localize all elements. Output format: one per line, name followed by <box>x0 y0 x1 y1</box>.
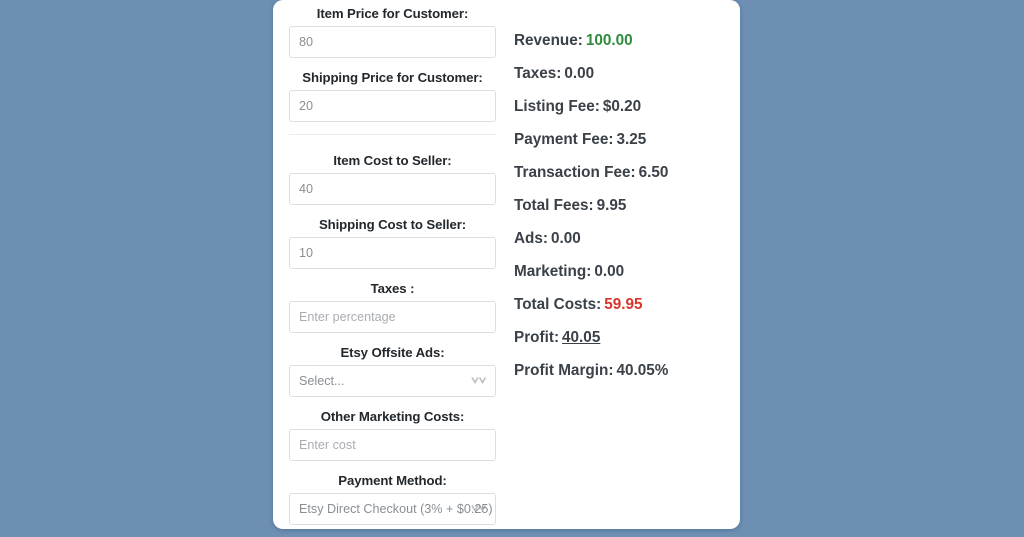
ads-label: Ads: <box>514 230 548 247</box>
other-marketing-costs-input[interactable]: Enter cost <box>289 429 496 461</box>
result-row-listing-fee: Listing Fee: $0.20 <box>514 98 729 116</box>
marketing-value: 0.00 <box>594 263 625 280</box>
result-row-profit: Profit: 40.05 <box>514 329 729 347</box>
result-row-total-costs: Total Costs: 59.95 <box>514 296 729 314</box>
field-shipping-price-for-customer: Shipping Price for Customer: 20 <box>289 70 496 122</box>
result-row-total-fees: Total Fees: 9.95 <box>514 197 729 215</box>
calculator-card: Item Price for Customer: 80 Shipping Price… <box>273 0 740 529</box>
result-row-taxes: Taxes: 0.00 <box>514 65 729 83</box>
payment-method-select-wrap: Etsy Direct Checkout (3% + $0.25) <box>289 493 496 525</box>
item-cost-to-seller-input[interactable]: 40 <box>289 173 496 205</box>
input-form-column: Item Price for Customer: 80 Shipping Price… <box>289 6 496 537</box>
taxes-label: Taxes : <box>370 281 415 296</box>
profit-label: Profit: <box>514 329 560 346</box>
marketing-label: Marketing: <box>514 263 592 280</box>
shipping-cost-to-seller-label: Shipping Cost to Seller: <box>318 217 467 232</box>
field-taxes: Taxes : Enter percentage <box>289 281 496 333</box>
item-cost-to-seller-label: Item Cost to Seller: <box>333 153 452 168</box>
other-marketing-costs-label: Other Marketing Costs: <box>320 409 465 424</box>
transaction-fee-label: Transaction Fee: <box>514 164 636 181</box>
listing-fee-value: $0.20 <box>602 98 642 115</box>
field-other-marketing-costs: Other Marketing Costs: Enter cost <box>289 409 496 461</box>
shipping-cost-to-seller-input[interactable]: 10 <box>289 237 496 269</box>
total-costs-label: Total Costs: <box>514 296 602 313</box>
form-section-divider <box>289 134 496 135</box>
result-row-profit-margin: Profit Margin: 40.05% <box>514 362 729 380</box>
result-row-payment-fee: Payment Fee: 3.25 <box>514 131 729 149</box>
ads-value: 0.00 <box>551 230 581 247</box>
payment-fee-value: 3.25 <box>616 131 647 148</box>
field-shipping-cost-to-seller: Shipping Cost to Seller: 10 <box>289 217 496 269</box>
field-item-price-for-customer: Item Price for Customer: 80 <box>289 6 496 58</box>
result-row-transaction-fee: Transaction Fee: 6.50 <box>514 164 729 182</box>
field-etsy-offsite-ads: Etsy Offsite Ads: Select... <box>289 345 496 397</box>
profit-margin-label: Profit Margin: <box>514 362 614 379</box>
transaction-fee-value: 6.50 <box>638 164 669 181</box>
taxes-input[interactable]: Enter percentage <box>289 301 496 333</box>
field-item-cost-to-seller: Item Cost to Seller: 40 <box>289 153 496 205</box>
shipping-price-for-customer-label: Shipping Price for Customer: <box>302 70 483 85</box>
item-price-for-customer-input[interactable]: 80 <box>289 26 496 58</box>
taxes-label: Taxes: <box>514 65 562 82</box>
results-column: Revenue: 100.00 Taxes: 0.00 Listing Fee: $0.2… <box>514 32 729 395</box>
payment-method-label: Payment Method: <box>338 473 447 488</box>
page-background: Item Price for Customer: 80 Shipping Price… <box>0 0 1024 536</box>
result-row-revenue: Revenue: 100.00 <box>514 32 729 50</box>
item-price-for-customer-label: Item Price for Customer: <box>316 6 469 21</box>
total-fees-label: Total Fees: <box>514 197 594 214</box>
listing-fee-label: Listing Fee: <box>514 98 600 115</box>
profit-value: 40.05 <box>562 329 601 346</box>
etsy-offsite-ads-label: Etsy Offsite Ads: <box>340 345 445 360</box>
taxes-value: 0.00 <box>564 65 595 82</box>
etsy-offsite-ads-select-wrap: Select... <box>289 365 496 397</box>
payment-fee-label: Payment Fee: <box>514 131 614 148</box>
revenue-label: Revenue: <box>514 32 583 49</box>
total-fees-value: 9.95 <box>596 197 627 214</box>
result-row-ads: Ads: 0.00 <box>514 230 729 248</box>
profit-margin-value: 40.05% <box>616 362 669 379</box>
etsy-offsite-ads-select[interactable]: Select... <box>289 365 496 397</box>
revenue-value: 100.00 <box>585 32 633 49</box>
payment-method-select[interactable]: Etsy Direct Checkout (3% + $0.25) <box>289 493 496 525</box>
field-payment-method: Payment Method: Etsy Direct Checkout (3% … <box>289 473 496 525</box>
shipping-price-for-customer-input[interactable]: 20 <box>289 90 496 122</box>
total-costs-value: 59.95 <box>604 296 643 313</box>
result-row-marketing: Marketing: 0.00 <box>514 263 729 281</box>
